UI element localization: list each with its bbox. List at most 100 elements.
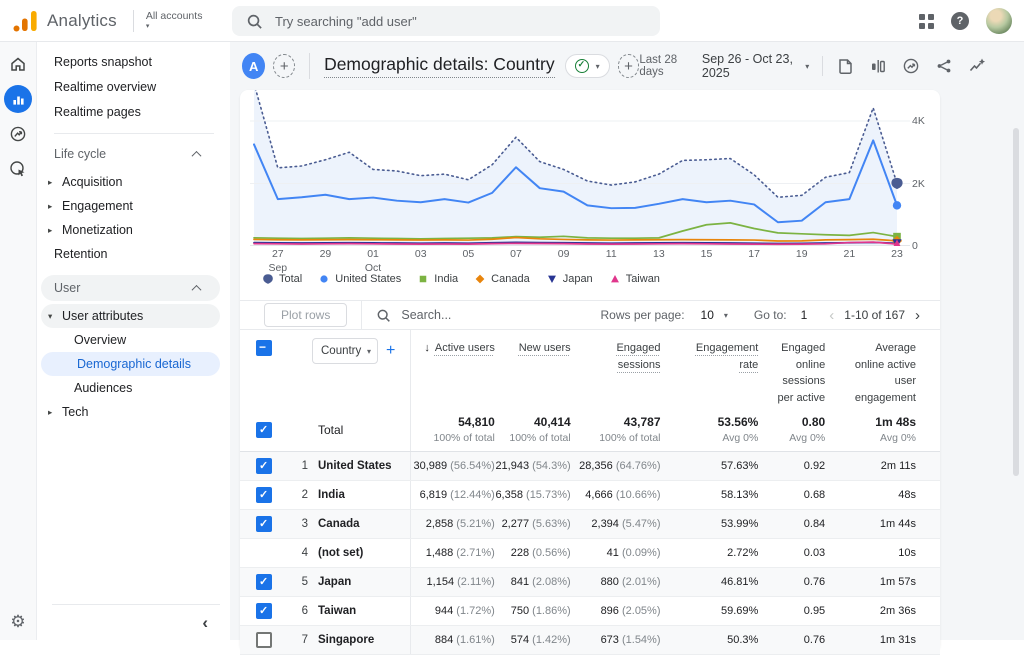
top-app-bar: Analytics All accounts ▾ Try searching "… [0,0,1024,42]
sidebar-item-user-attributes[interactable]: ▾User attributes [41,304,220,328]
admin-gear-icon[interactable]: ⚙ [10,612,25,632]
sidebar-item-demographic-details[interactable]: Demographic details [41,352,220,376]
chart-zone: 02K4K 27Sep2901Oct0305070911131517192123… [240,90,940,300]
x-axis-label: 11 [606,248,617,262]
go-to-input[interactable]: 1 [801,308,808,322]
add-report-tab-button[interactable]: + [618,54,640,78]
sidebar-item-tech[interactable]: ▸Tech [38,400,220,424]
sidebar-item-engagement[interactable]: ▸Engagement [38,194,220,218]
sidebar-item-audiences[interactable]: Audiences [38,376,220,400]
sidebar-item-realtime-overview[interactable]: Realtime overview [38,75,220,99]
legend-item-taiwan: Taiwan [609,273,660,285]
x-axis-label: 15 [701,248,713,262]
rows-per-page-label: Rows per page: [600,308,684,322]
row-checkbox[interactable] [256,574,272,590]
table-search-input[interactable]: Search... [376,308,451,323]
sidebar-footer: ‹ [52,604,220,640]
table-total-row: Total54,810100% of total40,414100% of to… [240,408,940,452]
reports-icon[interactable] [4,85,32,113]
row-index: 3 [290,510,308,538]
insights-sparkline-icon[interactable] [968,57,986,75]
row-checkbox[interactable] [256,422,272,438]
row-checkbox[interactable] [256,458,272,474]
plot-rows-button[interactable]: Plot rows [264,303,347,327]
page-scrollbar[interactable] [1013,128,1019,476]
x-axis-label: 07 [510,248,522,262]
rows-per-page-select[interactable]: 10 [701,308,714,322]
country-name: Singapore [308,626,410,654]
apps-grid-icon[interactable] [919,14,934,29]
chevron-down-icon: ▾ [805,62,809,71]
column-header-engagement-rate[interactable]: Engagement rate [661,330,759,408]
chevron-right-icon: ▸ [48,177,62,188]
chevron-right-icon: ▸ [48,201,62,212]
sidebar-item-realtime-pages[interactable]: Realtime pages [38,100,220,124]
sidebar-item-acquisition[interactable]: ▸Acquisition [38,170,220,194]
x-axis-label: 13 [653,248,665,262]
report-saved-state[interactable]: ▾ [565,54,610,78]
x-axis-label: 29 [320,248,332,262]
main-content: A + Demographic details: Country ▾ + Las… [230,42,1024,640]
sidebar-section-life-cycle[interactable]: Life cycle [38,141,220,167]
sidebar-item-monetization[interactable]: ▸Monetization [38,218,220,242]
row-checkbox[interactable] [256,487,272,503]
sort-descending-icon: ↓ [424,342,433,354]
date-range-picker[interactable]: Sep 26 - Oct 23, 2025 ▾ [702,52,809,80]
search-icon [246,13,263,30]
sidebar-section-user[interactable]: User [41,275,220,301]
legend-marker-spade-icon [262,273,274,285]
sidebar-item-retention[interactable]: Retention [38,242,220,266]
global-search-input[interactable]: Try searching "add user" [232,6,660,36]
home-icon[interactable] [4,50,32,78]
column-header-engaged-sessions[interactable]: Engaged sessions [571,330,661,408]
user-avatar[interactable] [986,8,1012,34]
add-entity-button[interactable]: + [273,54,295,78]
legend-item-canada: Canada [474,273,530,285]
compare-icon[interactable] [869,57,887,75]
notes-icon[interactable] [836,57,854,75]
next-page-icon[interactable]: › [915,307,920,324]
sidebar-item-reports-snapshot[interactable]: Reports snapshot [38,50,220,74]
report-header: A + Demographic details: Country ▾ + Las… [230,42,1024,90]
pagination-range: 1-10 of 167 [844,308,905,322]
row-checkbox[interactable] [256,603,272,619]
insights-history-icon[interactable] [902,57,920,75]
sidebar-item-overview[interactable]: Overview [38,328,220,352]
row-checkbox[interactable] [256,632,272,648]
legend-marker-square-icon [417,273,429,285]
prev-page-icon[interactable]: ‹ [829,307,834,324]
divider [361,301,362,329]
column-header-new-users[interactable]: New users [495,330,571,408]
table-row: 5Japan1,154 (2.11%)841 (2.08%)880 (2.01%… [240,568,940,597]
country-name: Taiwan [308,597,410,625]
x-axis-label: 17 [748,248,760,262]
column-header-engaged-online-sessions-per-active-user[interactable]: Engaged online sessions per active user [758,330,825,408]
column-header-active-users[interactable]: ↓ Active users [411,330,495,408]
legend-item-japan: Japan [546,273,593,285]
x-axis-label: 05 [462,248,474,262]
x-axis-label: 19 [796,248,808,262]
account-switcher[interactable]: All accounts ▾ [146,10,203,30]
table-row: 7Singapore884 (1.61%)574 (1.42%)673 (1.5… [240,626,940,655]
dimension-select[interactable]: Country ▾ [312,338,378,364]
country-name: United States [308,452,410,480]
report-title[interactable]: Demographic details: Country [324,54,555,78]
timeseries-chart[interactable] [250,90,910,246]
advertising-icon[interactable] [4,155,32,183]
collapse-sidebar-icon[interactable]: ‹ [202,613,208,633]
x-axis-label: 01Oct [365,248,381,275]
column-header-average-online-active-user-engagement-time[interactable]: Average online active user engagement ti… [825,330,916,408]
row-checkbox[interactable] [256,516,272,532]
chart-legend: TotalUnited StatesIndiaCanadaJapanTaiwan [262,273,660,285]
y-axis-label: 4K [912,115,925,127]
brand-title: Analytics [47,11,117,31]
divider [822,56,823,76]
add-dimension-icon[interactable]: + [386,342,395,360]
row-index: 5 [290,568,308,596]
help-icon[interactable]: ? [951,12,969,30]
share-icon[interactable] [935,57,953,75]
explore-icon[interactable] [4,120,32,148]
x-axis-label: 03 [415,248,427,262]
entity-avatar[interactable]: A [242,53,265,79]
select-all-checkbox[interactable] [256,340,272,356]
